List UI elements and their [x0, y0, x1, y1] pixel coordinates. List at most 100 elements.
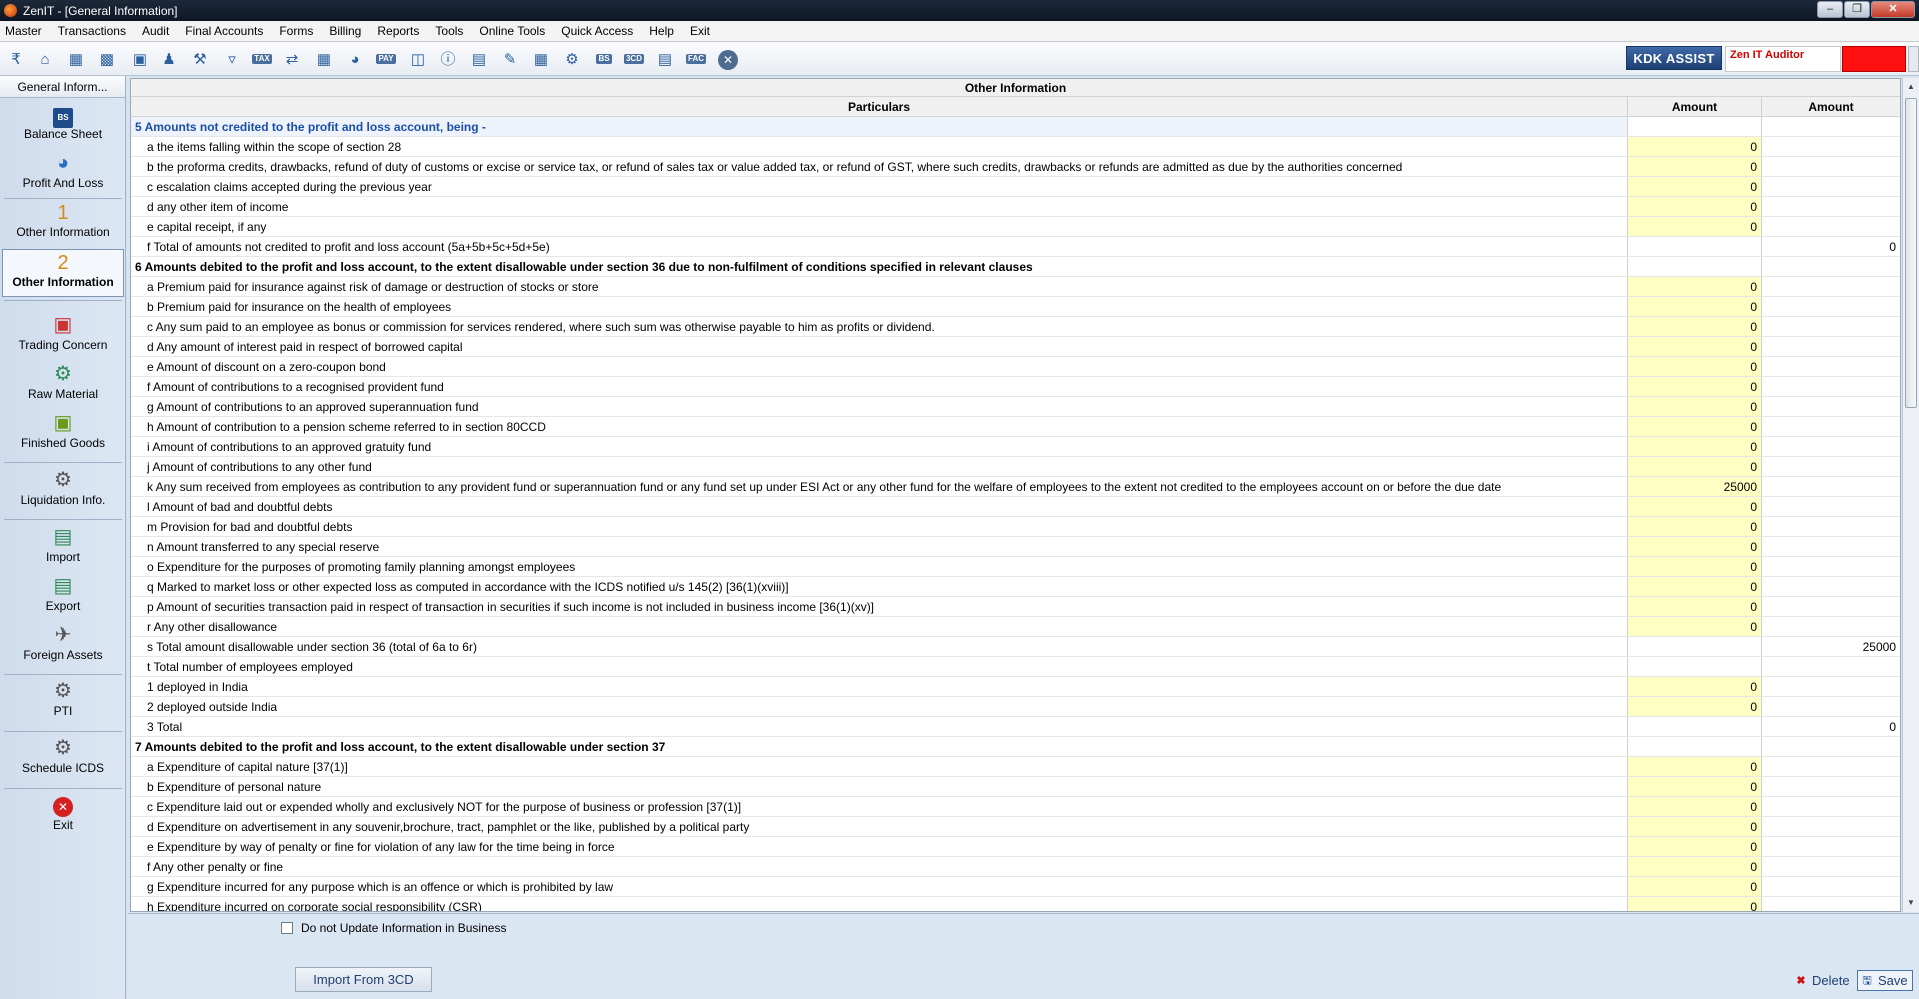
amount-input[interactable]: 0 [1628, 837, 1762, 856]
menu-exit[interactable]: Exit [689, 24, 711, 38]
amount-input[interactable]: 0 [1628, 157, 1762, 176]
amount-input[interactable]: 0 [1628, 797, 1762, 816]
fac-icon[interactable]: FAC [684, 48, 708, 70]
save-button[interactable]: 🖫 Save [1857, 970, 1913, 991]
section-header-row: 7 Amounts debited to the profit and loss… [131, 737, 1900, 757]
edit-doc-icon[interactable]: ✎ [498, 48, 522, 70]
sidebar-item-balance-sheet[interactable]: BS Balance Sheet [2, 100, 124, 148]
amount-input[interactable]: 0 [1628, 677, 1762, 696]
report-icon[interactable]: ▤ [467, 48, 491, 70]
calculator-icon[interactable]: ▦ [312, 48, 336, 70]
kdk-assist-button[interactable]: KDK ASSIST [1626, 46, 1722, 70]
amount-input[interactable]: 0 [1628, 317, 1762, 336]
amount-input[interactable]: 0 [1628, 497, 1762, 516]
menu-audit[interactable]: Audit [141, 24, 170, 38]
sidebar-item-import[interactable]: ▤ Import [2, 526, 124, 572]
amount-input[interactable]: 0 [1628, 777, 1762, 796]
menu-tools[interactable]: Tools [434, 24, 464, 38]
amount-input[interactable]: 0 [1628, 357, 1762, 376]
sidebar-item-foreign-assets[interactable]: ✈ Foreign Assets [2, 624, 124, 670]
book-icon[interactable]: ◫ [406, 48, 430, 70]
amount-input[interactable]: 0 [1628, 697, 1762, 716]
amount-input[interactable]: 0 [1628, 197, 1762, 216]
amount-input[interactable]: 0 [1628, 397, 1762, 416]
info-icon[interactable]: ⓘ [436, 48, 460, 70]
do-not-update-option[interactable]: Do not Update Information in Business [281, 921, 506, 935]
sidebar-item-profit-and-loss[interactable]: ◕ Profit And Loss [2, 149, 124, 197]
bar-chart-icon[interactable]: ▩ [95, 48, 119, 70]
menu-help[interactable]: Help [648, 24, 675, 38]
form-icon[interactable]: ▤ [653, 48, 677, 70]
amount-cell [1628, 637, 1762, 656]
menu-transactions[interactable]: Transactions [57, 24, 127, 38]
filter-icon[interactable]: ▿ [220, 48, 244, 70]
amount-input[interactable]: 0 [1628, 417, 1762, 436]
amount-input[interactable]: 0 [1628, 177, 1762, 196]
amount-input[interactable]: 0 [1628, 577, 1762, 596]
sidebar-item-raw-material[interactable]: ⚙ Raw Material [2, 363, 124, 409]
scroll-down-icon[interactable]: ▼ [1903, 896, 1919, 910]
gift-icon[interactable]: ▣ [128, 48, 152, 70]
toolbar-edge-button[interactable] [1908, 46, 1919, 72]
pay-icon[interactable]: PAY [374, 48, 398, 70]
menu-billing[interactable]: Billing [328, 24, 362, 38]
sidebar-item-other-information-1[interactable]: 1 Other Information [2, 200, 124, 248]
delete-button[interactable]: ✖ Delete [1794, 970, 1849, 991]
sidebar-item-pti[interactable]: ⚙ PTI [2, 680, 124, 726]
amount-input[interactable]: 0 [1628, 877, 1762, 896]
amount-input[interactable]: 0 [1628, 137, 1762, 156]
menu-master[interactable]: Master [4, 24, 43, 38]
hammer-icon[interactable]: ⚒ [188, 48, 212, 70]
amount-input[interactable]: 0 [1628, 597, 1762, 616]
amount-input[interactable]: 0 [1628, 557, 1762, 576]
calendar-icon[interactable]: ▦ [529, 48, 553, 70]
sidebar-item-liquidation-info[interactable]: ⚙ Liquidation Info. [2, 469, 124, 515]
sidebar-item-export[interactable]: ▤ Export [2, 575, 124, 621]
amount-input[interactable]: 0 [1628, 437, 1762, 456]
amount-input[interactable]: 0 [1628, 297, 1762, 316]
amount-input[interactable]: 0 [1628, 457, 1762, 476]
restore-button[interactable]: ❐ [1844, 1, 1870, 18]
tax-icon[interactable]: TAX [250, 48, 274, 70]
menu-reports[interactable]: Reports [376, 24, 420, 38]
scroll-thumb[interactable] [1905, 98, 1917, 408]
menu-online-tools[interactable]: Online Tools [478, 24, 546, 38]
minimize-button[interactable]: – [1817, 1, 1843, 18]
amount-input[interactable]: 0 [1628, 217, 1762, 236]
amount-input[interactable]: 0 [1628, 277, 1762, 296]
amount-input[interactable]: 0 [1628, 517, 1762, 536]
menu-final-accounts[interactable]: Final Accounts [184, 24, 264, 38]
table-row: c escalation claims accepted during the … [131, 177, 1900, 197]
sidebar-item-finished-goods[interactable]: ▣ Finished Goods [2, 412, 124, 458]
amount-input[interactable]: 0 [1628, 377, 1762, 396]
bs-icon[interactable]: BS [592, 48, 616, 70]
building-icon[interactable]: ▦ [64, 48, 88, 70]
close-button[interactable]: ✕ [1871, 1, 1915, 18]
users-icon[interactable]: ♟ [157, 48, 181, 70]
amount-input[interactable]: 0 [1628, 817, 1762, 836]
amount-input[interactable]: 25000 [1628, 477, 1762, 496]
menu-quick-access[interactable]: Quick Access [560, 24, 634, 38]
scroll-up-icon[interactable]: ▲ [1903, 80, 1919, 94]
3cd-icon[interactable]: 3CD [622, 48, 646, 70]
settings-doc-icon[interactable]: ⚙ [560, 48, 584, 70]
rupee-icon[interactable]: ₹ [4, 48, 28, 70]
sidebar-item-trading-concern[interactable]: ▣ Trading Concern [2, 314, 124, 360]
sidebar-item-exit[interactable]: ✕ Exit [2, 794, 124, 840]
do-not-update-checkbox[interactable] [281, 922, 293, 934]
amount-input[interactable]: 0 [1628, 537, 1762, 556]
close-circle-icon[interactable]: ✕ [718, 50, 738, 70]
amount-input[interactable]: 0 [1628, 617, 1762, 636]
pie-chart-icon[interactable]: ◕ [343, 48, 367, 70]
sidebar-item-schedule-icds[interactable]: ⚙ Schedule ICDS [2, 737, 124, 783]
amount-input[interactable]: 0 [1628, 897, 1762, 911]
amount-input[interactable]: 0 [1628, 337, 1762, 356]
home-icon[interactable]: ⌂ [33, 48, 57, 70]
vertical-scrollbar[interactable]: ▲ ▼ [1902, 78, 1919, 912]
transfer-icon[interactable]: ⇄ [280, 48, 304, 70]
amount-input[interactable]: 0 [1628, 857, 1762, 876]
import-from-3cd-button[interactable]: Import From 3CD [295, 967, 432, 992]
amount-input[interactable]: 0 [1628, 757, 1762, 776]
menu-forms[interactable]: Forms [278, 24, 314, 38]
sidebar-item-other-information-2[interactable]: 2 Other Information [2, 249, 124, 297]
